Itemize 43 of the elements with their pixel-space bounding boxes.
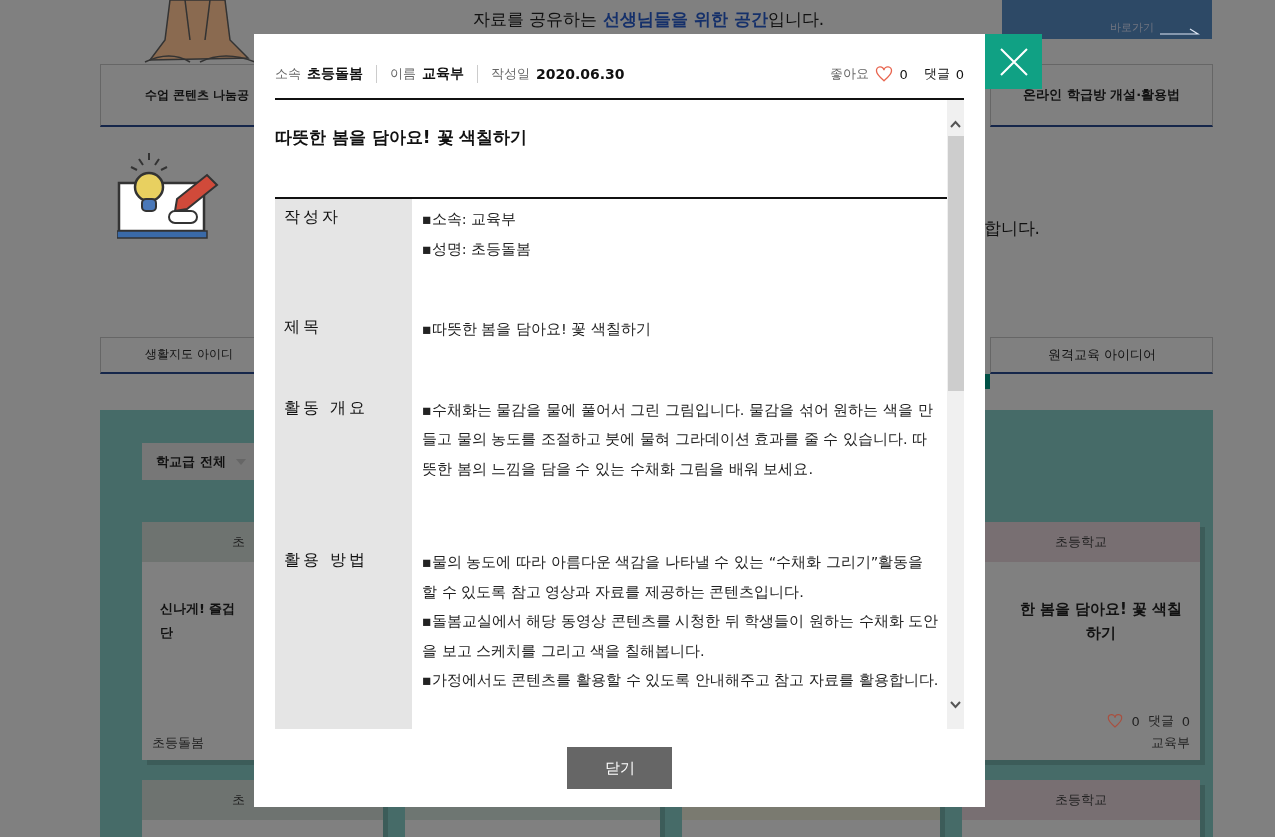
meta-value: 교육부 [422,65,464,83]
intro-text: 자료를 공유하는 선생님들을 위한 공간입니다. [473,8,825,31]
like-count: 0 [1131,713,1140,729]
field-label: 제목 [275,309,412,390]
comment-count: 0 [955,66,964,82]
close-dialog-button[interactable]: 닫기 [567,747,672,789]
heart-icon [1107,713,1124,729]
card-title: 한 봄을 담아요! 꽃 색칠 [1019,599,1183,620]
card-category: 초등학교 [1055,533,1107,551]
comment-count: 0 [1181,713,1190,729]
card-category: 초 [232,791,245,809]
nav-tab[interactable]: 원격교육 아이디어 [990,337,1213,374]
field-text: ▪따뜻한 봄을 담아요! 꽃 색칠하기 [422,320,653,339]
card-author-group: 초등돌봄 [152,734,204,752]
meta-label: 작성일 [491,65,530,83]
card-category: 초 [232,533,245,551]
card-category: 초등학교 [1055,791,1107,809]
close-icon [999,47,1028,76]
card-author: 교육부 [1151,734,1190,752]
field-label: 활동 개요 [275,389,412,542]
close-button[interactable] [985,34,1042,89]
meta-value: 2020.06.30 [536,66,625,82]
field-text: ▪물의 농도에 따라 아름다운 색감을 나타낼 수 있는 “수채화 그리기”활동을 할 수 있도록 참고 영상과 자료를 제공하는 콘텐츠입니다. [422,553,925,602]
field-text: ▪소속: 교육부 [422,210,518,229]
meta-label: 소속 [275,65,301,83]
meta-label: 이름 [390,65,416,83]
field-text: ▪돌봄교실에서 해당 동영상 콘텐츠를 시청한 뒤 학생들이 원하는 수채화 도안을 보고 스케치를 그리고 색을 칠해봅니다. [422,612,940,661]
card-title: 신나게! 즐겁 [160,600,236,618]
like-count: 0 [899,66,908,82]
comment-label: 댓글 [1147,712,1174,730]
comment-label: 댓글 [923,65,950,83]
card-title: 단 [160,624,173,642]
card-title: 하기 [1086,623,1116,644]
field-text: ▪수채화는 물감을 물에 풀어서 그린 그림입니다. 물감을 섞어 원하는 색을 만들고 물의 농도를 조절하고 붓에 물혀 그라데이션 효과를 줄 수 있습니다. 따뜻한 봄의 느낌을 담을 수 있는 수채화 그림을 배워 보세요. [422,400,934,479]
info-text: 합니다. [983,217,1040,240]
field-text: ▪성명: 초등돌봄 [422,239,533,259]
heart-icon [875,65,894,83]
like-label: 좋아요 [830,65,870,83]
field-label: 활용 방법 [275,542,412,729]
field-text: ▪가정에서도 콘텐츠를 활용할 수 있도록 안내해주고 참고 자료를 활용합니다. [422,671,940,690]
field-label: 작성자 [275,199,412,309]
scrollbar[interactable] [947,100,964,729]
nav-tab[interactable]: 온라인 학급방 개설·활용법 [990,64,1213,127]
